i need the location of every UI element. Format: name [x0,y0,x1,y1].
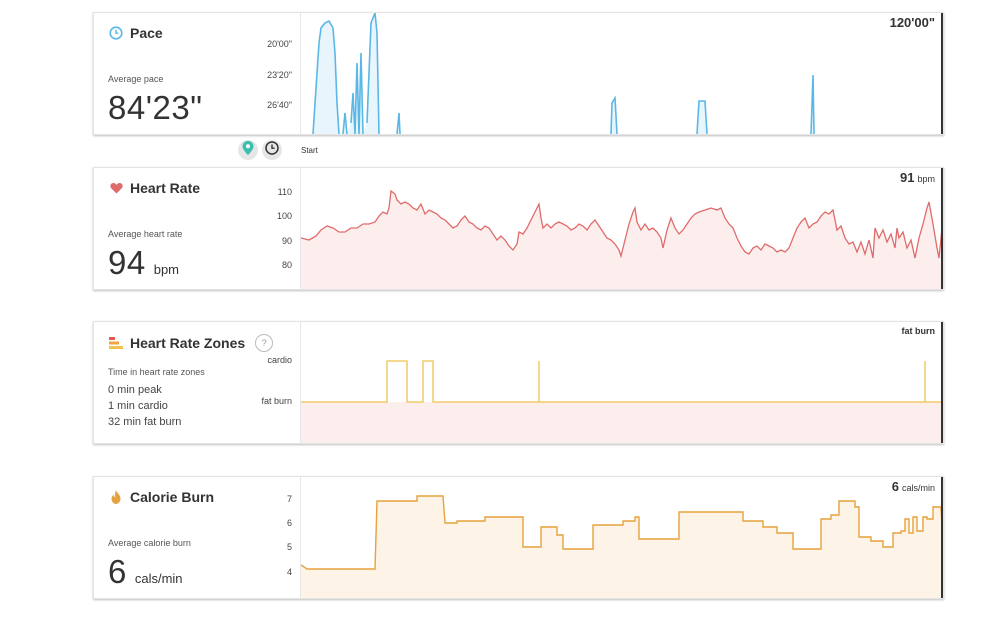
calorie-chart-svg [301,495,943,598]
calorie-ytick: 6 [286,518,292,528]
help-icon[interactable]: ? [255,334,274,352]
pace-title-row: Pace [108,25,163,41]
heart-readout: 91 bpm [900,170,935,185]
zones-ytick: fat burn [261,396,292,406]
map-pin-icon [242,140,254,160]
zone-line-fatburn: 32 min fat burn [108,416,182,428]
calorie-summary: Calorie Burn Average calorie burn 6 cals/… [94,477,301,598]
cursor-line[interactable] [941,477,943,598]
zones-title-row: Heart Rate Zones ? [108,334,274,352]
zones-chart-svg [301,360,942,443]
zone-line-peak: 0 min peak [108,384,162,396]
heart-ytick: 110 [277,187,292,197]
calorie-readout-unit: cals/min [901,483,935,493]
pace-title: Pace [130,25,163,41]
heart-title: Heart Rate [130,180,201,196]
calorie-ytick: 7 [286,494,292,504]
heart-ytick: 80 [281,260,292,270]
zones-chart[interactable]: fat burn [301,322,943,443]
heart-chart[interactable]: 91 bpm [301,168,943,289]
start-label: Start [301,146,318,155]
cursor-line[interactable] [941,322,943,443]
zones-line [301,360,942,403]
cursor-line[interactable] [941,168,943,289]
heart-ytick: 90 [281,236,292,246]
flame-icon [108,489,124,505]
calorie-value: 6 cals/min [108,553,183,591]
pace-summary: Pace Average pace 84'23" 20'00" 23'20" 2… [94,13,301,134]
pace-readout: 120'00" [889,15,935,30]
pace-chart-svg [312,13,815,134]
calorie-sublabel: Average calorie burn [108,538,191,548]
zones-readout: fat burn [901,326,936,336]
calorie-title-row: Calorie Burn [108,489,214,505]
heart-icon [108,180,124,196]
pace-sublabel: Average pace [108,74,164,84]
heart-value-number: 94 [108,244,146,281]
calorie-value-number: 6 [108,553,127,590]
heart-sublabel: Average heart rate [108,229,183,239]
heart-readout-unit: bpm [917,174,935,184]
pace-line [312,13,815,134]
heart-value: 94 bpm [108,244,179,282]
heart-summary: Heart Rate Average heart rate 94 bpm 110 … [94,168,301,289]
clock-icon [265,140,279,160]
zones-sublabel: Time in heart rate zones [108,367,205,377]
calorie-chart[interactable]: 6 cals/min [301,477,943,598]
calorie-readout: 6 cals/min [892,479,935,494]
heart-readout-value: 91 [900,170,915,185]
calorie-ytick: 5 [286,542,292,552]
pace-ytick: 26'40" [267,100,292,110]
calorie-readout-value: 6 [891,479,899,494]
pace-card: Pace Average pace 84'23" 20'00" 23'20" 2… [93,12,944,135]
heart-rate-card: Heart Rate Average heart rate 94 bpm 110 … [93,167,944,290]
pace-ytick: 20'00" [267,39,292,49]
heart-rate-zones-card: Heart Rate Zones ? Time in heart rate zo… [93,321,944,444]
calorie-value-unit: cals/min [134,571,183,586]
pace-chart[interactable]: 120'00" [301,13,943,134]
calorie-ytick: 4 [286,567,292,577]
calorie-burn-card: Calorie Burn Average calorie burn 6 cals/… [93,476,944,599]
pace-ytick: 23'20" [267,70,292,80]
zones-summary: Heart Rate Zones ? Time in heart rate zo… [94,322,301,443]
zone-line-cardio: 1 min cardio [108,400,168,412]
heart-ytick: 100 [276,211,292,221]
cursor-line[interactable] [941,13,943,134]
map-view-button[interactable] [238,140,258,160]
zones-fill [301,402,942,443]
time-view-button[interactable] [262,140,282,160]
heart-value-unit: bpm [153,262,180,277]
zones-list: 0 min peak 1 min cardio 32 min fat burn [108,382,181,430]
zones-title: Heart Rate Zones [130,335,246,351]
heart-chart-svg [301,189,943,289]
calorie-area [301,496,942,598]
clock-icon [108,25,124,41]
calorie-title: Calorie Burn [130,489,215,505]
zones-ytick: cardio [267,355,292,365]
heart-title-row: Heart Rate [108,180,200,196]
pace-value: 84'23" [108,89,203,126]
zones-icon [108,335,124,351]
pace-area [313,13,814,134]
